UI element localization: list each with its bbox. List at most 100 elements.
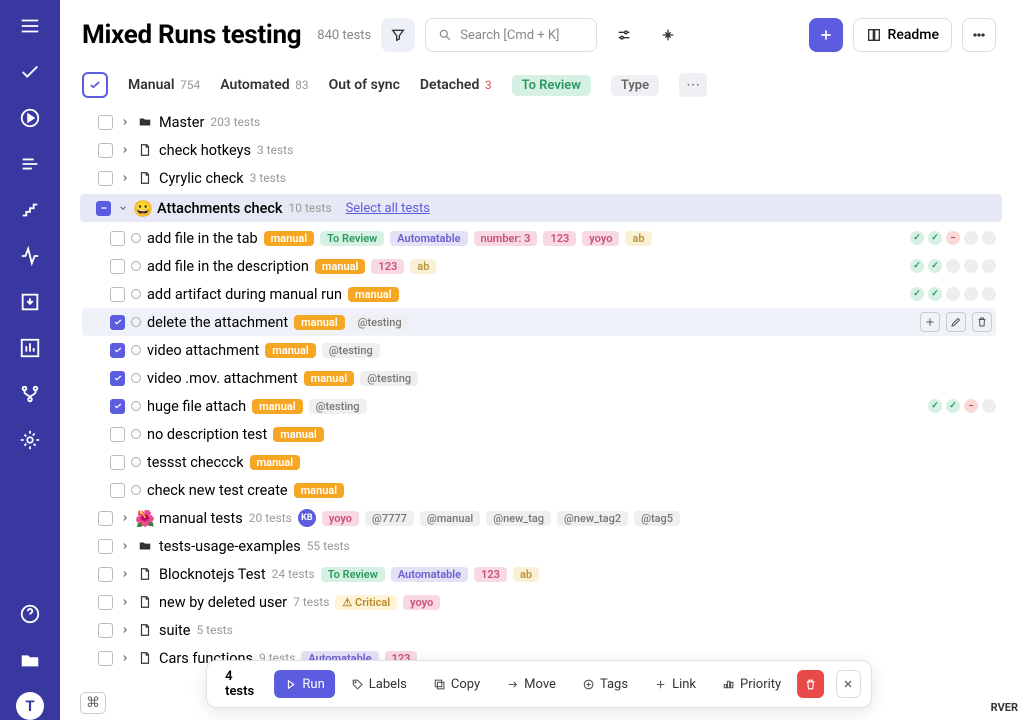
gear-icon[interactable] (16, 426, 44, 454)
test-row[interactable]: add artifact during manual runmanual (82, 280, 996, 308)
help-icon[interactable] (16, 600, 44, 628)
tag-Automatable[interactable]: Automatable (390, 231, 467, 246)
checkbox[interactable] (110, 427, 125, 442)
test-row[interactable]: huge file attachmanual @testing (82, 392, 996, 420)
move-button[interactable]: Move (496, 670, 566, 698)
chevron-right-icon[interactable] (119, 173, 131, 183)
test-row[interactable]: tessst checcckmanual (82, 448, 996, 476)
readme-button[interactable]: Readme (853, 18, 952, 52)
tag--tag5[interactable]: @tag5 (634, 511, 680, 526)
checkbox[interactable] (110, 483, 125, 498)
test-row[interactable]: check new test createmanual (82, 476, 996, 504)
checkbox[interactable] (98, 651, 113, 666)
group-row[interactable]: 🌺manual tests20 testsKByoyo @7777 @manua… (82, 504, 996, 532)
tag-manual[interactable]: manual (348, 287, 399, 302)
group-row-expanded[interactable]: 😀Attachments check10 testsSelect all tes… (80, 194, 1002, 222)
group-row[interactable]: check hotkeys3 tests (82, 136, 996, 164)
tag-manual[interactable]: manual (273, 427, 324, 442)
tab-manual[interactable]: Manual 754 (128, 77, 200, 93)
delete-button[interactable] (797, 670, 824, 698)
tag--testing[interactable]: @testing (309, 399, 367, 414)
play-icon[interactable] (16, 104, 44, 132)
link-button[interactable]: Link (644, 670, 706, 698)
checkbox[interactable] (96, 201, 111, 216)
tag--testing[interactable]: @testing (322, 343, 380, 358)
team-icon[interactable]: T (16, 692, 44, 720)
tag-yoyo[interactable]: yoyo (403, 595, 440, 610)
group-row[interactable]: Master203 tests (82, 108, 996, 136)
tag--7777[interactable]: @7777 (365, 511, 414, 526)
stairs-icon[interactable] (16, 196, 44, 224)
chevron-right-icon[interactable] (119, 625, 131, 635)
run-button[interactable]: Run (274, 670, 334, 698)
tag-To-Review[interactable]: To Review (321, 567, 385, 582)
chevron-right-icon[interactable] (119, 117, 131, 127)
close-bar-button[interactable] (836, 670, 861, 698)
tag--testing[interactable]: @testing (351, 315, 409, 330)
chevron-right-icon[interactable] (119, 569, 131, 579)
test-row[interactable]: delete the attachmentmanual @testing (82, 308, 996, 336)
checkbox[interactable] (110, 231, 125, 246)
branch-icon[interactable] (16, 380, 44, 408)
checkbox[interactable] (98, 567, 113, 582)
tag-manual[interactable]: manual (264, 231, 315, 246)
checkbox[interactable] (98, 539, 113, 554)
tag-Automatable[interactable]: Automatable (391, 567, 468, 582)
checkbox[interactable] (98, 171, 113, 186)
checkbox[interactable] (110, 259, 125, 274)
chevron-down-icon[interactable] (117, 203, 129, 213)
test-row[interactable]: no description testmanual (82, 420, 996, 448)
test-row[interactable]: add file in the descriptionmanual 123 ab (82, 252, 996, 280)
tag-123[interactable]: 123 (371, 259, 404, 274)
sliders-icon[interactable] (607, 18, 641, 52)
folder-nav-icon[interactable] (16, 646, 44, 674)
tag--new_tag[interactable]: @new_tag (486, 511, 551, 526)
labels-button[interactable]: Labels (341, 670, 417, 698)
more-filters-icon[interactable]: ⋯ (679, 73, 707, 97)
chevron-right-icon[interactable] (119, 541, 131, 551)
add-subtask-icon[interactable] (920, 312, 940, 332)
group-row[interactable]: Cyrylic check3 tests (82, 164, 996, 192)
group-row[interactable]: tests-usage-examples55 tests (82, 532, 996, 560)
checkbox[interactable] (110, 455, 125, 470)
filter-icon[interactable] (381, 18, 415, 52)
tab-out-of-sync[interactable]: Out of sync (329, 77, 400, 93)
group-row[interactable]: new by deleted user7 tests⚠ Critical yoy… (82, 588, 996, 616)
delete-icon[interactable] (972, 312, 992, 332)
pill-to-review[interactable]: To Review (512, 75, 591, 96)
more-icon[interactable] (962, 18, 996, 52)
edit-icon[interactable] (946, 312, 966, 332)
priority-button[interactable]: Priority (712, 670, 791, 698)
checkbox[interactable] (110, 399, 125, 414)
copy-button[interactable]: Copy (423, 670, 490, 698)
chevron-right-icon[interactable] (119, 145, 131, 155)
chevron-right-icon[interactable] (119, 597, 131, 607)
checkbox[interactable] (98, 511, 113, 526)
group-row[interactable]: Blocknotejs Test24 testsTo Review Automa… (82, 560, 996, 588)
tab-automated[interactable]: Automated 83 (220, 77, 308, 93)
checkbox[interactable] (110, 343, 125, 358)
search-input[interactable]: Search [Cmd + K] (425, 18, 597, 52)
select-all-checkbox[interactable] (82, 72, 108, 98)
checkbox[interactable] (110, 371, 125, 386)
tag-yoyo[interactable]: yoyo (582, 231, 619, 246)
checkbox[interactable] (110, 287, 125, 302)
chart-icon[interactable] (16, 334, 44, 362)
chevron-right-icon[interactable] (119, 513, 131, 523)
checkbox[interactable] (98, 595, 113, 610)
tag-To-Review[interactable]: To Review (320, 231, 384, 246)
chevron-right-icon[interactable] (119, 653, 131, 663)
add-button[interactable] (809, 18, 843, 52)
tag-ab[interactable]: ab (625, 231, 651, 246)
tag--testing[interactable]: @testing (360, 371, 418, 386)
tag-manual[interactable]: manual (315, 259, 366, 274)
checkbox[interactable] (98, 623, 113, 638)
tag-manual[interactable]: manual (252, 399, 303, 414)
pill-type[interactable]: Type (611, 75, 659, 96)
check-icon[interactable] (16, 58, 44, 86)
tag-manual[interactable]: manual (265, 343, 316, 358)
tag-manual[interactable]: manual (294, 315, 345, 330)
tag--manual[interactable]: @manual (420, 511, 480, 526)
tag-number-3[interactable]: number: 3 (474, 231, 538, 246)
sparkle-icon[interactable] (651, 18, 685, 52)
